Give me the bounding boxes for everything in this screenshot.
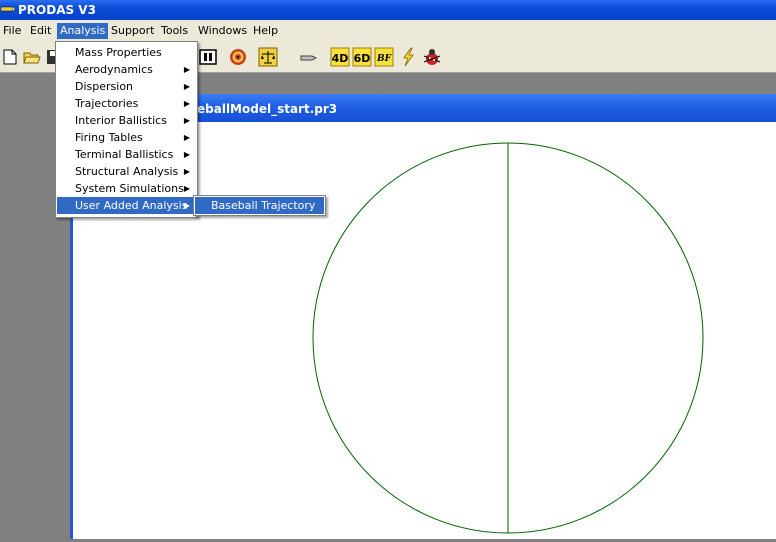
menu-item-label: Dispersion	[75, 80, 134, 93]
menu-item-label: System Simulations	[75, 182, 184, 195]
6d-icon[interactable]: 6D	[352, 47, 372, 67]
target-icon[interactable]	[228, 47, 248, 67]
menu-item-trajectories[interactable]: Trajectories ▶	[57, 95, 196, 112]
library-icon[interactable]	[198, 47, 218, 67]
open-folder-icon[interactable]	[22, 47, 42, 67]
analysis-menu: Mass Properties Aerodynamics ▶ Dispersio…	[55, 41, 198, 218]
menu-edit[interactable]: Edit	[27, 23, 54, 39]
menu-item-user-added-analysis[interactable]: User Added Analysis ▶	[57, 197, 196, 214]
submenu-arrow-icon: ▶	[183, 82, 190, 91]
menu-help[interactable]: Help	[250, 23, 281, 39]
4d-label: 4D	[332, 52, 349, 65]
menu-file[interactable]: File	[0, 23, 24, 39]
bf-label: BF	[376, 54, 392, 64]
submenu-arrow-icon: ▶	[183, 167, 190, 176]
menu-item-label: Interior Ballistics	[75, 114, 167, 127]
menu-support[interactable]: Support	[108, 23, 157, 39]
menu-item-dispersion[interactable]: Dispersion ▶	[57, 78, 196, 95]
submenu-arrow-icon: ▶	[183, 184, 190, 193]
menu-item-label: Trajectories	[75, 97, 139, 110]
menu-item-label: User Added Analysis	[75, 199, 188, 212]
4d-icon[interactable]: 4D	[330, 47, 350, 67]
menu-item-mass-properties[interactable]: Mass Properties	[57, 44, 196, 61]
submenu-arrow-icon: ▶	[183, 65, 190, 74]
submenu-arrow-icon: ▶	[183, 133, 190, 142]
menu-item-interior-ballistics[interactable]: Interior Ballistics ▶	[57, 112, 196, 129]
bf-icon[interactable]: BF	[374, 47, 394, 67]
model-window-title: eballModel_start.pr3	[197, 102, 338, 116]
menu-tools[interactable]: Tools	[158, 23, 191, 39]
menu-item-aerodynamics[interactable]: Aerodynamics ▶	[57, 61, 196, 78]
6d-label: 6D	[354, 52, 371, 65]
menu-item-label: Structural Analysis	[75, 165, 179, 178]
submenu-arrow-icon: ▶	[183, 116, 190, 125]
balance-scale-icon[interactable]	[258, 47, 278, 67]
menu-analysis[interactable]: Analysis	[57, 23, 109, 39]
app-title-bar[interactable]: PRODAS V3	[0, 0, 776, 20]
menu-item-terminal-ballistics[interactable]: Terminal Ballistics ▶	[57, 146, 196, 163]
app-title: PRODAS V3	[18, 3, 96, 17]
menu-item-label: Terminal Ballistics	[75, 148, 174, 161]
bug-icon[interactable]	[422, 47, 442, 67]
menu-item-label: Baseball Trajectory	[211, 199, 316, 212]
lightning-icon[interactable]	[398, 47, 418, 67]
submenu-arrow-icon: ▶	[183, 201, 190, 210]
menu-item-label: Firing Tables	[75, 131, 143, 144]
submenu-arrow-icon: ▶	[183, 150, 190, 159]
menu-item-baseball-trajectory[interactable]: Baseball Trajectory	[195, 197, 324, 214]
submenu-arrow-icon: ▶	[183, 99, 190, 108]
new-file-icon[interactable]	[0, 47, 20, 67]
menu-item-firing-tables[interactable]: Firing Tables ▶	[57, 129, 196, 146]
projectile-icon[interactable]	[298, 47, 318, 67]
user-added-analysis-submenu: Baseball Trajectory	[193, 195, 326, 216]
menu-windows[interactable]: Windows	[195, 23, 250, 39]
menu-bar: File Edit Analysis Support Tools Windows…	[0, 20, 776, 41]
menu-item-structural-analysis[interactable]: Structural Analysis ▶	[57, 163, 196, 180]
menu-item-label: Mass Properties	[75, 46, 162, 59]
menu-item-system-simulations[interactable]: System Simulations ▶	[57, 180, 196, 197]
app-icon	[1, 6, 15, 12]
menu-item-label: Aerodynamics	[75, 63, 153, 76]
